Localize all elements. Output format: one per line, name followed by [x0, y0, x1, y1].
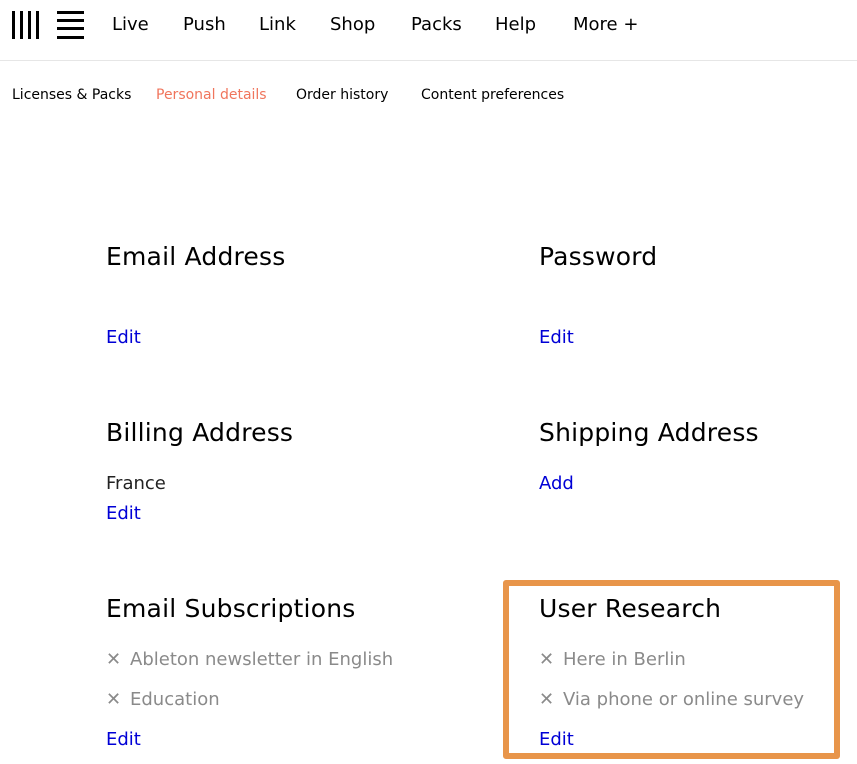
subscription-item: ✕ Education	[106, 689, 220, 710]
subscriptions-edit-link[interactable]: Edit	[106, 729, 141, 750]
tab-content-preferences[interactable]: Content preferences	[421, 87, 564, 103]
email-subscriptions-section: Email Subscriptions	[106, 594, 355, 623]
subscription-item-label: Education	[130, 689, 220, 710]
nav-more[interactable]: More +	[573, 14, 638, 35]
billing-address-section: Billing Address	[106, 418, 293, 447]
subscription-item: ✕ Ableton newsletter in English	[106, 649, 393, 670]
email-subscriptions-title: Email Subscriptions	[106, 594, 356, 623]
shipping-address-section: Shipping Address	[539, 418, 759, 447]
shipping-address-title: Shipping Address	[539, 418, 759, 447]
nav-shop[interactable]: Shop	[330, 14, 375, 35]
password-title: Password	[539, 242, 658, 271]
nav-packs[interactable]: Packs	[411, 14, 462, 35]
research-edit-link[interactable]: Edit	[539, 729, 574, 750]
subscription-item-label: Ableton newsletter in English	[130, 649, 394, 670]
user-research-title: User Research	[539, 594, 722, 623]
research-item-label: Via phone or online survey	[563, 689, 805, 710]
password-section: Password	[539, 242, 657, 271]
email-address-title: Email Address	[106, 242, 286, 271]
user-research-section: User Research	[539, 594, 721, 623]
close-x-icon: ✕	[539, 689, 555, 710]
research-item-label: Here in Berlin	[563, 649, 686, 670]
close-x-icon: ✕	[106, 649, 122, 670]
shipping-add-link[interactable]: Add	[539, 473, 574, 494]
nav-link[interactable]: Link	[259, 14, 296, 35]
close-x-icon: ✕	[106, 689, 122, 710]
close-x-icon: ✕	[539, 649, 555, 670]
nav-push[interactable]: Push	[183, 14, 226, 35]
tab-licenses-packs[interactable]: Licenses & Packs	[12, 87, 131, 103]
research-item: ✕ Here in Berlin	[539, 649, 686, 670]
top-navigation-bar: Live Push Link Shop Packs Help More +	[0, 0, 857, 61]
ableton-logo-icon[interactable]	[12, 11, 84, 39]
billing-address-title: Billing Address	[106, 418, 294, 447]
research-item: ✕ Via phone or online survey	[539, 689, 804, 710]
email-address-section: Email Address	[106, 242, 285, 271]
nav-live[interactable]: Live	[112, 14, 149, 35]
billing-edit-link[interactable]: Edit	[106, 503, 141, 524]
billing-country-value: France	[106, 473, 166, 494]
tab-order-history[interactable]: Order history	[296, 87, 388, 103]
password-edit-link[interactable]: Edit	[539, 327, 574, 348]
email-edit-link[interactable]: Edit	[106, 327, 141, 348]
tab-personal-details[interactable]: Personal details	[156, 87, 267, 103]
nav-help[interactable]: Help	[495, 14, 536, 35]
